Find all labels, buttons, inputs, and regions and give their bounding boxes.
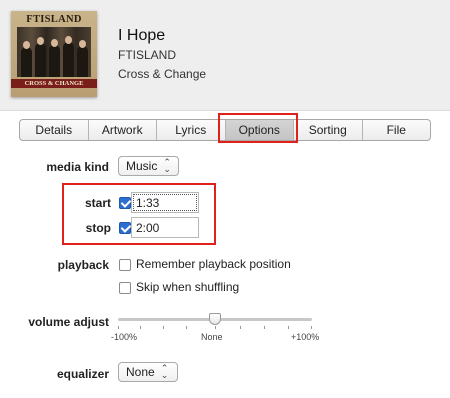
start-label: start [84,196,111,210]
volume-adjust-label: volume adjust [28,315,109,329]
tab-sorting[interactable]: Sorting [294,120,363,140]
tab-artwork[interactable]: Artwork [89,120,157,140]
volume-min-label: -100% [111,332,138,342]
info-tabs: Details Artwork Lyrics Options Sorting F… [19,119,431,141]
tab-file[interactable]: File [363,120,431,140]
start-checkbox[interactable] [119,197,131,209]
artwork-subtitle-text: CROSS & CHANGE [11,79,97,88]
volume-mid-label: None [201,332,223,342]
stop-time-field[interactable]: 2:00 [131,217,199,238]
tab-lyrics[interactable]: Lyrics [157,120,226,140]
media-kind-label: media kind [46,160,109,174]
remember-position-checkbox[interactable] [119,259,131,271]
equalizer-select[interactable]: None ⌃ ⌄ [118,362,178,382]
volume-max-label: +100% [291,332,320,342]
song-album: Cross & Change [118,67,207,81]
chevron-updown-icon: ⌃ ⌄ [160,363,169,380]
stop-label: stop [85,221,111,235]
start-time-field[interactable]: 1:33 [131,192,199,213]
song-title: I Hope [118,27,166,44]
tab-details[interactable]: Details [20,120,89,140]
media-kind-select[interactable]: Music ⌃ ⌄ [118,156,179,176]
skip-shuffling-label[interactable]: Skip when shuffling [136,280,239,294]
media-kind-value: Music [126,159,158,173]
album-artwork: FTISLAND CROSS & CHANGE [11,11,97,97]
song-info-header: FTISLAND CROSS & CHANGE I Hope FTISLAND … [0,0,450,111]
artwork-band-text: FTISLAND [26,14,82,25]
volume-slider-thumb[interactable] [209,313,221,325]
stop-checkbox[interactable] [119,222,131,234]
equalizer-label: equalizer [56,367,109,381]
artwork-photo [17,27,91,77]
tab-options[interactable]: Options [225,120,294,140]
equalizer-value: None [126,365,155,379]
song-artist: FTISLAND [118,48,177,62]
chevron-updown-icon: ⌃ ⌄ [163,157,171,174]
remember-position-label[interactable]: Remember playback position [136,257,291,271]
skip-shuffling-checkbox[interactable] [119,282,131,294]
playback-label: playback [57,258,109,272]
